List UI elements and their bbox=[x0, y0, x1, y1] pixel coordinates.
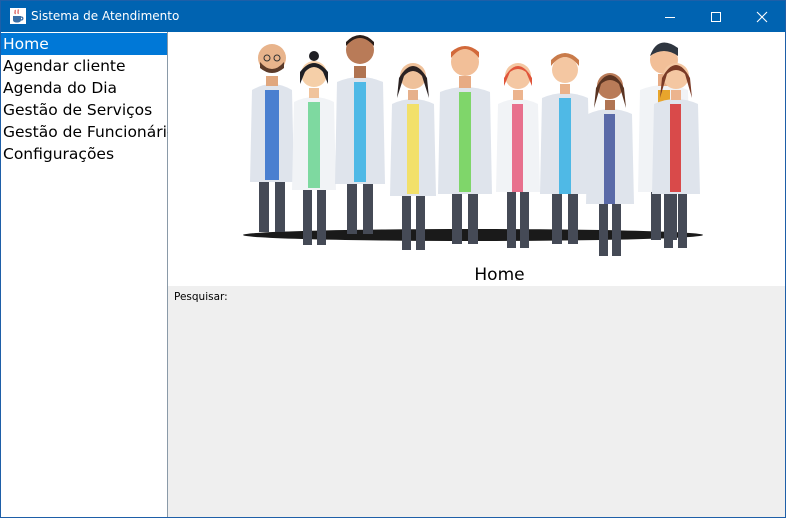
nav-item-configuracoes[interactable]: Configurações bbox=[1, 143, 167, 165]
main-content: Home Pesquisar: bbox=[168, 32, 785, 517]
navigation-list[interactable]: Home Agendar cliente Agenda do Dia Gestã… bbox=[1, 32, 185, 517]
search-label: Pesquisar: bbox=[174, 291, 228, 303]
doctor-figure bbox=[292, 51, 336, 245]
doctor-figure bbox=[540, 53, 590, 244]
doctor-figure bbox=[438, 46, 492, 244]
doctor-figure bbox=[496, 63, 540, 248]
doctor-figure bbox=[250, 44, 294, 232]
medical-team-illustration bbox=[243, 35, 703, 256]
doctor-figure bbox=[586, 73, 634, 256]
nav-item-home[interactable]: Home bbox=[1, 33, 167, 55]
window-title: Sistema de Atendimento bbox=[31, 9, 180, 23]
nav-item-gestao-de-servicos[interactable]: Gestão de Serviços bbox=[1, 99, 167, 121]
nav-item-gestao-de-funcionarios[interactable]: Gestão de Funcionários bbox=[1, 121, 185, 143]
application-window: Sistema de Atendimento Home Agendar clie… bbox=[0, 0, 786, 518]
close-icon bbox=[756, 11, 768, 22]
java-cup-icon bbox=[10, 8, 26, 24]
doctor-figure-right bbox=[652, 63, 700, 248]
doctor-figure bbox=[390, 63, 436, 250]
maximize-icon bbox=[711, 11, 721, 22]
close-button[interactable] bbox=[739, 1, 785, 32]
page-title: Home bbox=[474, 265, 525, 285]
minimize-icon bbox=[665, 16, 675, 18]
minimize-button[interactable] bbox=[647, 1, 693, 32]
nav-item-agenda-do-dia[interactable]: Agenda do Dia bbox=[1, 77, 167, 99]
maximize-button[interactable] bbox=[693, 1, 739, 32]
doctor-figure bbox=[335, 35, 385, 234]
search-panel: Pesquisar: bbox=[168, 286, 785, 517]
nav-item-agendar-cliente[interactable]: Agendar cliente bbox=[1, 55, 167, 77]
title-bar[interactable]: Sistema de Atendimento bbox=[1, 1, 785, 32]
